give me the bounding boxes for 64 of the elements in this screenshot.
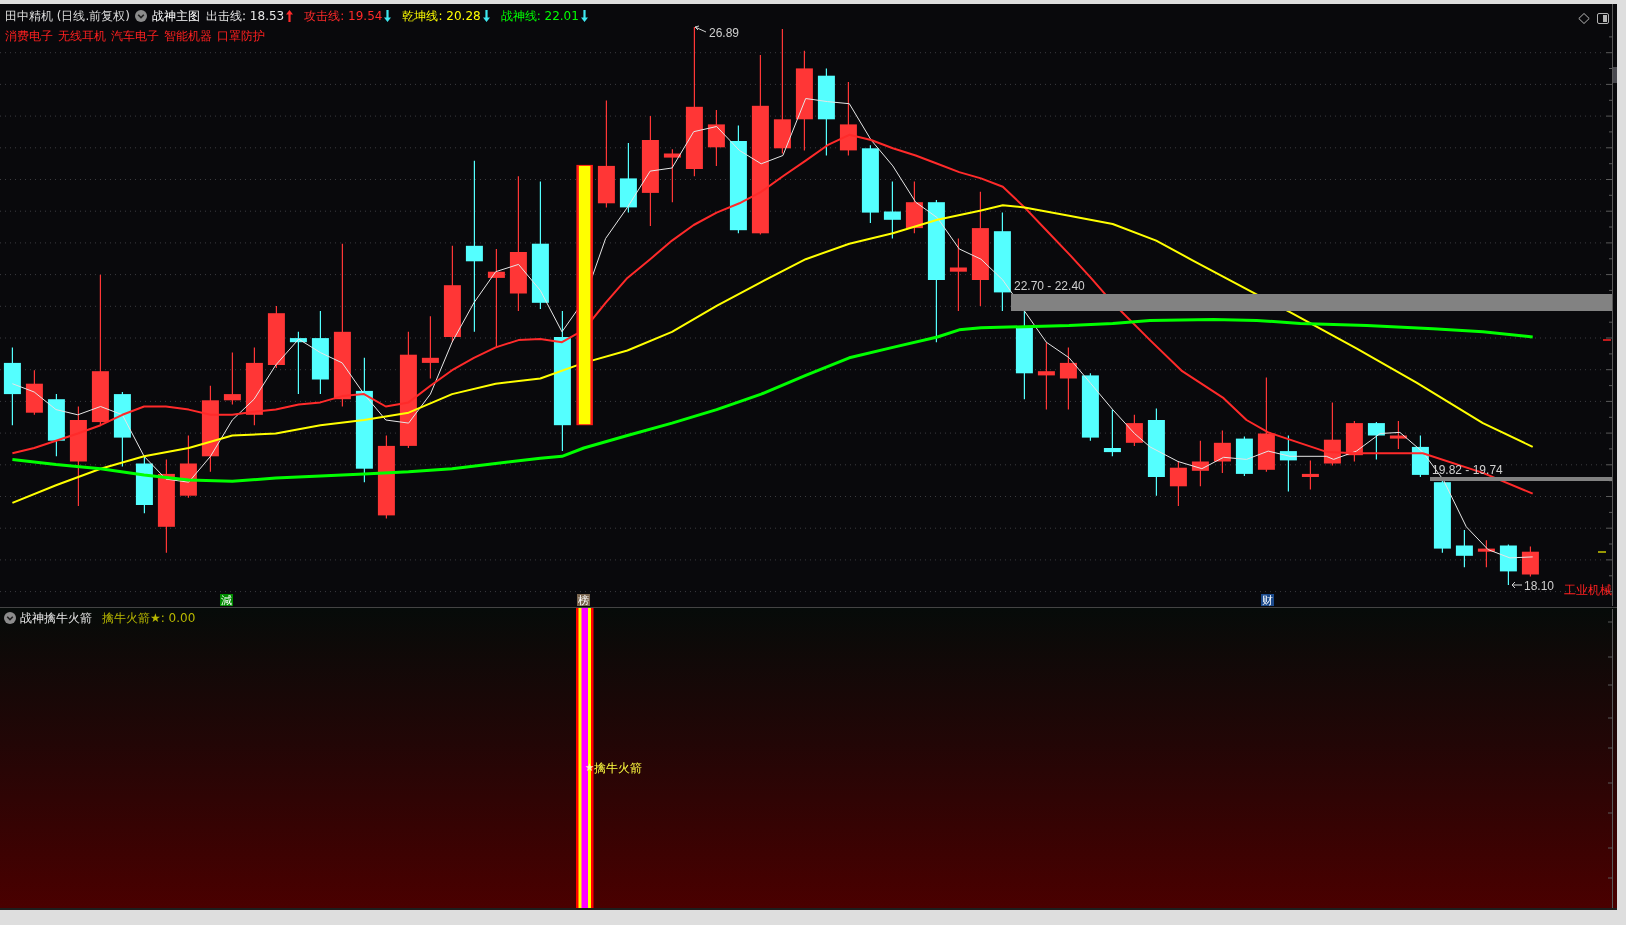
star-icon (585, 763, 594, 771)
indicator-value: 战神线: 22.01 (500, 9, 579, 23)
diamond-icon[interactable] (1578, 13, 1590, 24)
chevron-circle-icon[interactable] (135, 10, 147, 22)
falling-candlestick (619, 142, 637, 214)
rising-candlestick (707, 109, 725, 167)
falling-candlestick (1367, 421, 1385, 460)
rising-candlestick (905, 180, 923, 234)
rising-candlestick (663, 148, 681, 203)
rising-candlestick (179, 434, 197, 499)
rising-candlestick (1059, 346, 1077, 411)
rising-candlestick (1213, 429, 1231, 474)
event-tag: 榜 (577, 594, 590, 607)
panel-toggle-icon[interactable] (1597, 13, 1609, 24)
rising-candlestick (421, 315, 439, 380)
concept-tag: 无线耳机 (58, 29, 106, 43)
falling-candlestick (1081, 372, 1099, 442)
rising-candlestick (1125, 414, 1143, 447)
rising-candlestick (1323, 401, 1341, 467)
event-tag: 财 (1261, 594, 1274, 607)
falling-candlestick (1103, 409, 1121, 457)
leader-arrow (1511, 581, 1523, 589)
indicator-title: 战神擒牛火箭 (20, 611, 92, 625)
event-tag: 減 (220, 594, 233, 607)
indicator-value: 攻击线: 19.54 (304, 9, 383, 23)
signal-label: 擒牛火箭 (594, 761, 642, 775)
sector-label: 工业机械 (1564, 583, 1612, 597)
falling-candlestick (47, 393, 65, 457)
indicator-value: 乾坤线: 20.28 (402, 9, 481, 23)
rising-candlestick (1477, 539, 1495, 568)
scroll-handle[interactable] (1613, 67, 1617, 83)
rising-candlestick (1301, 459, 1319, 491)
low-price-label: 18.10 (1524, 579, 1555, 593)
high-price-label: 26.89 (709, 26, 740, 40)
falling-candlestick (1279, 434, 1297, 493)
indicator-reading: 擒牛火箭★: 0.00 (102, 611, 196, 625)
falling-candlestick (883, 180, 901, 240)
rising-candlestick (223, 352, 241, 405)
concept-tag: 口罩防护 (217, 29, 265, 43)
price-tick-mark (1602, 339, 1612, 341)
rising-candlestick (1389, 420, 1407, 450)
chevron-circle-icon[interactable] (4, 612, 16, 624)
indicator-name: 战神主图 (152, 9, 200, 23)
falling-candlestick (1411, 434, 1429, 478)
concept-tag: 消费电子 (5, 29, 53, 43)
falling-candlestick (1499, 543, 1517, 586)
price-tick-mark (1597, 551, 1607, 553)
falling-candlestick (1235, 436, 1253, 477)
price-zone-label: 22.70 - 22.40 (1014, 279, 1085, 293)
rising-candlestick (1169, 460, 1187, 507)
indicator-value: 出击线: 18.53 (206, 9, 285, 23)
leader-arrow (694, 25, 707, 33)
rising-candlestick (1037, 341, 1055, 411)
rising-candlestick (1521, 545, 1539, 578)
falling-candlestick (289, 331, 307, 395)
rising-candlestick (267, 305, 285, 369)
falling-candlestick (135, 455, 153, 514)
rising-candlestick (1345, 420, 1363, 463)
rising-candlestick (1191, 440, 1209, 487)
rising-candlestick (25, 369, 43, 416)
concept-tag: 智能机器 (164, 29, 212, 43)
stock-title: 田中精机 (日线.前复权) (5, 9, 130, 23)
concept-tag: 汽车电子 (111, 29, 159, 43)
falling-candlestick (1455, 529, 1473, 568)
